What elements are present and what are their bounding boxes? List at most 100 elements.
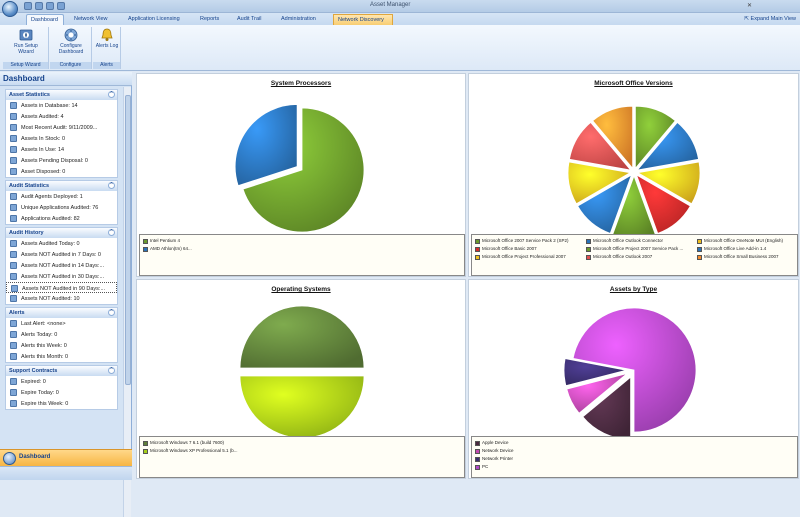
configure-dashboard-button[interactable]: Configure Dashboard: [54, 27, 88, 55]
sidebar-section: Audit History ⌃ Assets Audited Today: 0 Ass…: [5, 227, 118, 305]
group-label-setup-wizard: Setup Wizard: [3, 62, 48, 69]
legend-swatch: [586, 238, 591, 244]
title-bar: Asset Manager ✕: [0, 0, 800, 13]
list-item[interactable]: Assets NOT Audited in 30 Days:...: [6, 271, 117, 282]
stat-icon: [11, 285, 18, 292]
list-item[interactable]: Assets Pending Disposal: 0: [6, 155, 117, 166]
close-icon[interactable]: ✕: [747, 2, 752, 9]
list-item[interactable]: Assets NOT Audited: 10: [6, 293, 117, 304]
list-item[interactable]: Assets NOT Audited in 7 Days: 0: [6, 249, 117, 260]
stat-icon: [10, 251, 17, 258]
stat-icon: [10, 273, 17, 280]
collapse-chevron-icon[interactable]: ⌃: [108, 91, 115, 98]
pie-slice[interactable]: [234, 104, 298, 187]
section-title: Alerts: [9, 310, 25, 316]
sidebar-section: Alerts ⌃ Last Alert: <none> Alerts Today: 0…: [5, 307, 118, 363]
list-item-label: Assets Pending Disposal: 0: [21, 157, 88, 164]
alerts-log-button[interactable]: Alerts Log: [90, 27, 124, 49]
pie-chart-assets-by-type: [563, 307, 697, 440]
legend-item: Microsoft Office Project 2007 Service Pa…: [586, 246, 683, 252]
configure-dashboard-label: Configure Dashboard: [58, 43, 84, 55]
run-setup-wizard-button[interactable]: Run Setup Wizard: [9, 27, 43, 55]
section-header[interactable]: Audit History ⌃: [6, 228, 117, 238]
legend-swatch: [475, 464, 480, 470]
legend-label: Microsoft Windows 7 6.1 (build 7600): [150, 440, 225, 445]
list-item[interactable]: Unique Applications Audited: 76: [6, 202, 117, 213]
list-item[interactable]: Asset Disposed: 0: [6, 166, 117, 177]
stat-icon: [10, 240, 17, 247]
list-item[interactable]: Expire this Week: 0: [6, 398, 117, 409]
expand-main-view-button[interactable]: ⇱ Expand Main View: [744, 16, 796, 22]
stat-icon: [10, 342, 17, 349]
tab-network-discovery[interactable]: Network Discovery: [333, 14, 393, 25]
list-item[interactable]: Assets NOT Audited in 90 Days:...: [6, 282, 117, 293]
list-item[interactable]: Alerts Today: 0: [6, 329, 117, 340]
ribbon-group-setup-wizard: Run Setup Wizard Setup Wizard: [3, 27, 49, 69]
legend-swatch: [586, 246, 591, 252]
tab-network-view[interactable]: Network View: [70, 14, 115, 25]
tab-audit-trail[interactable]: Audit Trail: [233, 14, 271, 25]
pie-slice[interactable]: [239, 305, 365, 369]
redo-icon[interactable]: [46, 2, 54, 10]
list-item[interactable]: Assets in Database: 14: [6, 100, 117, 111]
save-icon[interactable]: [24, 2, 32, 10]
legend-swatch: [475, 456, 480, 462]
list-item[interactable]: Alerts this Week: 0: [6, 340, 117, 351]
stat-icon: [10, 168, 17, 175]
legend-item: Microsoft Office OneNote MUI (English): [697, 238, 783, 244]
nav-dashboard-label: Dashboard: [19, 454, 51, 460]
legend-item: Microsoft Office Basic 2007: [475, 246, 537, 252]
configure-dashboard-icon: [64, 28, 78, 42]
expand-main-view-label: Expand Main View: [750, 16, 796, 22]
list-item-label: Expire Today: 0: [21, 389, 59, 396]
legend-label: AMD Athlon(tm) 64...: [150, 246, 192, 251]
customize-icon[interactable]: [57, 2, 65, 10]
nav-dashboard-button[interactable]: Dashboard: [0, 449, 132, 466]
stat-icon: [10, 320, 17, 327]
legend-item: Microsoft Office Outlook Connector: [586, 238, 663, 244]
application-menu-button[interactable]: [2, 1, 18, 17]
tab-administration[interactable]: Administration: [277, 14, 325, 25]
tab-application-licensing[interactable]: Application Licensing: [124, 14, 190, 25]
group-label-alerts: Alerts: [93, 62, 120, 69]
list-item[interactable]: Assets In Use: 14: [6, 144, 117, 155]
collapse-chevron-icon[interactable]: ⌃: [108, 367, 115, 374]
scrollbar-thumb[interactable]: [125, 95, 131, 385]
section-header[interactable]: Audit Statistics ⌃: [6, 181, 117, 191]
stat-icon: [10, 353, 17, 360]
list-item[interactable]: Most Recent Audit: 9/11/2009...: [6, 122, 117, 133]
collapse-chevron-icon[interactable]: ⌃: [108, 309, 115, 316]
undo-icon[interactable]: [35, 2, 43, 10]
sidebar-title: Dashboard: [0, 72, 132, 86]
section-title: Audit History: [9, 230, 44, 236]
chart-title: Operating Systems: [271, 286, 331, 293]
legend-item: Microsoft Office Live Add-in 1.4: [697, 246, 766, 252]
stat-icon: [10, 113, 17, 120]
section-title: Support Contracts: [9, 368, 58, 374]
tab-dashboard[interactable]: Dashboard: [26, 14, 64, 25]
legend-swatch: [475, 238, 480, 244]
list-item[interactable]: Assets Audited: 4: [6, 111, 117, 122]
tab-reports[interactable]: Reports: [196, 14, 226, 25]
section-header[interactable]: Asset Statistics ⌃: [6, 90, 117, 100]
chart-title: Microsoft Office Versions: [594, 80, 673, 87]
list-item[interactable]: Applications Audited: 82: [6, 213, 117, 224]
list-item-label: Assets NOT Audited: 10: [21, 295, 80, 302]
section-header[interactable]: Support Contracts ⌃: [6, 366, 117, 376]
collapse-chevron-icon[interactable]: ⌃: [108, 182, 115, 189]
list-item[interactable]: Expire Today: 0: [6, 387, 117, 398]
stat-icon: [10, 389, 17, 396]
pie-slice[interactable]: [239, 375, 365, 439]
list-item[interactable]: Alerts this Month: 0: [6, 351, 117, 362]
list-item[interactable]: Audit Agents Deployed: 1: [6, 191, 117, 202]
collapse-chevron-icon[interactable]: ⌃: [108, 229, 115, 236]
legend-swatch: [697, 254, 702, 260]
list-item[interactable]: Last Alert: <none>: [6, 318, 117, 329]
legend-label: Microsoft Office Outlook 2007: [593, 254, 653, 259]
list-item[interactable]: Assets Audited Today: 0: [6, 238, 117, 249]
list-item[interactable]: Assets NOT Audited in 14 Days:...: [6, 260, 117, 271]
section-header[interactable]: Alerts ⌃: [6, 308, 117, 318]
list-item[interactable]: Expired: 0: [6, 376, 117, 387]
list-item[interactable]: Assets In Stock: 0: [6, 133, 117, 144]
stat-icon: [10, 295, 17, 302]
